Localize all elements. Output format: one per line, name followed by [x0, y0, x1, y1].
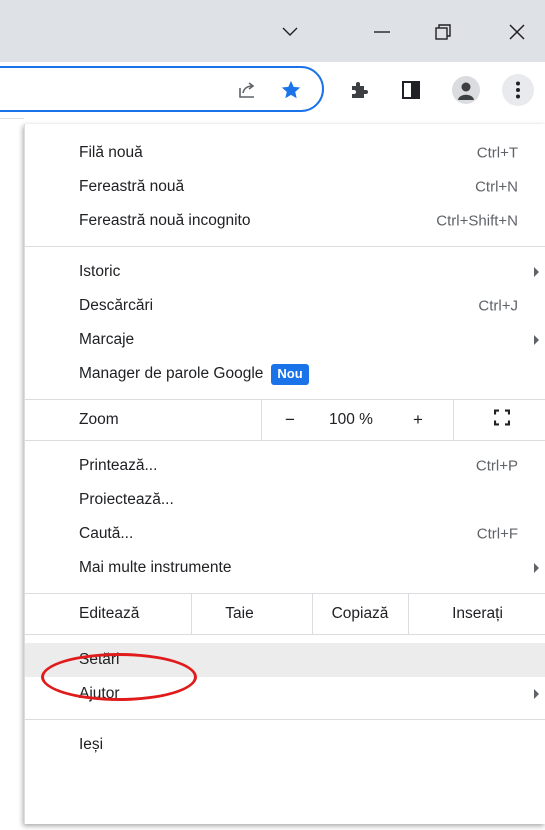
menu-item-label: Fereastră nouă incognito — [79, 212, 251, 229]
menu-item-settings[interactable]: Setări — [25, 643, 545, 677]
menu-item-help[interactable]: Ajutor — [25, 677, 545, 711]
menu-item-label: Fereastră nouă — [79, 178, 185, 195]
menu-separator — [25, 634, 545, 635]
browser-main-menu: Filă nouă Ctrl+T Fereastră nouă Ctrl+N F… — [24, 124, 545, 824]
kebab-menu-icon[interactable] — [502, 74, 534, 106]
copy-button[interactable]: Copiază — [312, 594, 407, 634]
menu-item-shortcut: Ctrl+N — [475, 178, 518, 196]
zoom-out-button[interactable]: − — [285, 410, 295, 430]
zoom-label: Zoom — [79, 411, 119, 428]
menu-item-bookmarks[interactable]: Marcaje — [25, 323, 545, 357]
zoom-in-button[interactable]: + — [413, 410, 423, 430]
menu-item-find[interactable]: Caută... Ctrl+F — [25, 517, 545, 551]
menu-item-label: Mai multe instrumente — [79, 559, 232, 576]
menu-item-label: Marcaje — [79, 331, 135, 348]
zoom-divider — [261, 400, 262, 440]
browser-window: Filă nouă Ctrl+T Fereastră nouă Ctrl+N F… — [0, 0, 545, 830]
chevron-down-icon[interactable] — [265, 10, 315, 54]
menu-separator — [25, 719, 545, 720]
title-bar — [0, 0, 545, 62]
menu-item-label: Printează... — [79, 457, 158, 474]
menu-item-label: Ajutor — [79, 685, 120, 702]
menu-item-exit[interactable]: Ieși — [25, 728, 545, 762]
menu-item-shortcut: Ctrl+Shift+N — [436, 212, 518, 230]
submenu-arrow-icon — [534, 267, 539, 277]
menu-item-label: Filă nouă — [79, 144, 143, 161]
menu-item-shortcut: Ctrl+F — [476, 525, 518, 543]
new-badge: Nou — [271, 363, 309, 385]
menu-item-label: Proiectează... — [79, 491, 174, 508]
menu-item-incognito[interactable]: Fereastră nouă incognito Ctrl+Shift+N — [25, 204, 545, 238]
menu-item-label: Manager de parole Google — [79, 365, 264, 382]
menu-item-more-tools[interactable]: Mai multe instrumente — [25, 551, 545, 585]
menu-zoom-row: Zoom − 100 % + — [25, 400, 545, 440]
menu-item-new-tab[interactable]: Filă nouă Ctrl+T — [25, 136, 545, 170]
zoom-divider — [453, 400, 454, 440]
menu-item-label: Caută... — [79, 525, 134, 542]
menu-item-label: Istoric — [79, 263, 121, 280]
edit-label: Editează — [79, 605, 140, 622]
menu-item-label: Descărcări — [79, 297, 154, 314]
menu-item-label: Ieși — [79, 736, 104, 753]
side-panel-icon[interactable] — [397, 76, 425, 104]
menu-item-password-manager[interactable]: Manager de parole Google Nou — [25, 357, 545, 391]
content-divider — [0, 118, 24, 119]
menu-item-print[interactable]: Printează... Ctrl+P — [25, 449, 545, 483]
menu-item-history[interactable]: Istoric — [25, 255, 545, 289]
menu-separator — [25, 246, 545, 247]
menu-edit-row: Editează Taie Copiază Inserați — [25, 594, 545, 634]
menu-item-label: Setări — [79, 651, 120, 668]
menu-item-shortcut: Ctrl+J — [478, 297, 518, 315]
fullscreen-icon[interactable] — [493, 409, 511, 431]
toolbar — [0, 62, 545, 118]
menu-item-downloads[interactable]: Descărcări Ctrl+J — [25, 289, 545, 323]
share-icon[interactable] — [233, 76, 261, 104]
cut-button[interactable]: Taie — [191, 594, 287, 634]
minimize-icon[interactable] — [357, 10, 407, 54]
paste-button[interactable]: Inserați — [408, 594, 545, 634]
submenu-arrow-icon — [534, 689, 539, 699]
close-icon[interactable] — [492, 10, 542, 54]
menu-item-new-window[interactable]: Fereastră nouă Ctrl+N — [25, 170, 545, 204]
extensions-puzzle-icon[interactable] — [345, 76, 373, 104]
menu-item-shortcut: Ctrl+P — [475, 457, 518, 475]
menu-item-shortcut: Ctrl+T — [476, 144, 518, 162]
zoom-value: 100 % — [329, 411, 373, 428]
restore-icon[interactable] — [418, 10, 468, 54]
menu-item-cast[interactable]: Proiectează... — [25, 483, 545, 517]
submenu-arrow-icon — [534, 563, 539, 573]
bookmark-star-icon[interactable] — [276, 75, 306, 105]
submenu-arrow-icon — [534, 335, 539, 345]
menu-separator — [25, 440, 545, 441]
profile-avatar-icon[interactable] — [452, 76, 480, 104]
